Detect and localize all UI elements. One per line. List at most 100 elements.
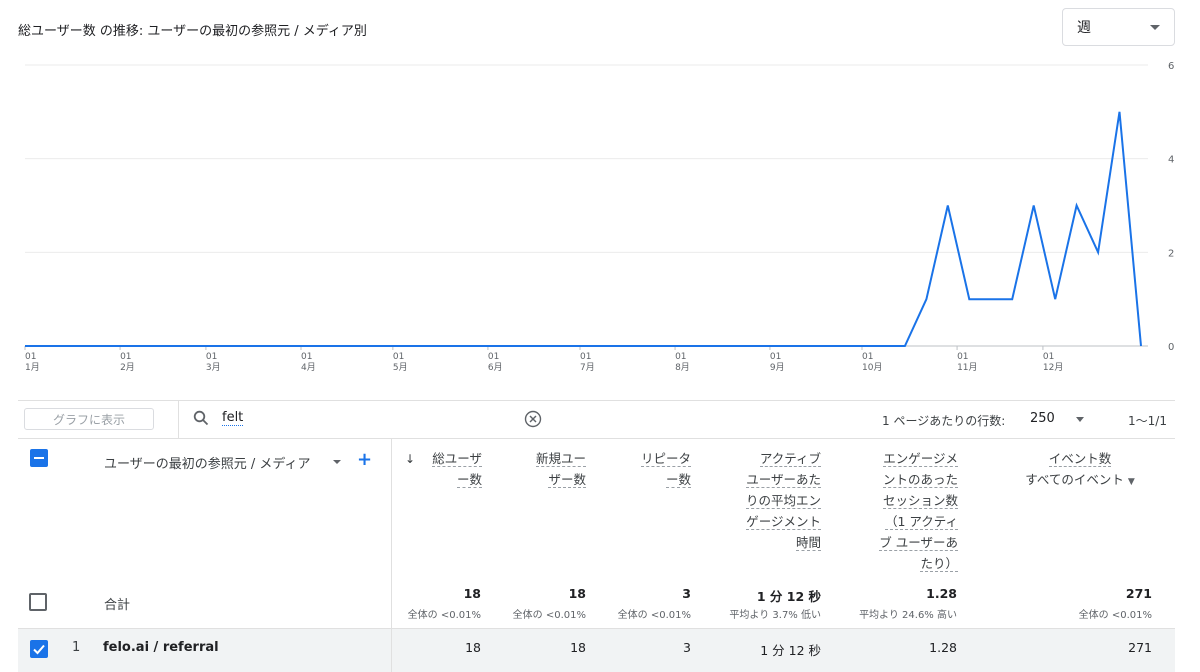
x-tick-month: 9月: [770, 362, 785, 373]
x-tick-month: 1月: [25, 362, 40, 373]
total-value: 271: [1125, 586, 1152, 601]
chevron-down-icon: [1150, 25, 1160, 30]
sort-desc-icon[interactable]: ↓: [405, 452, 415, 466]
add-dimension-icon[interactable]: +: [357, 449, 372, 470]
col-header-line: エンゲージメ: [883, 451, 958, 467]
col-header-line: ゲージメント: [746, 514, 821, 530]
col-header-line: りの平均エン: [745, 493, 821, 509]
col-header-total-users[interactable]: 総ユーザー数: [418, 448, 482, 490]
col-header-line: たり）: [920, 556, 958, 572]
y-tick-label: 0: [1168, 342, 1174, 353]
event-filter-select[interactable]: すべてのイベント ▼: [1010, 469, 1150, 493]
total-value: 1.28: [926, 586, 957, 601]
dimension-header[interactable]: ユーザーの最初の参照元 / メディア: [104, 453, 310, 472]
row-dimension-value: felo.ai / referral: [103, 640, 219, 655]
x-tick-day: 01: [862, 352, 873, 362]
col-header-event-count[interactable]: イベント数 すべてのイベント ▼: [1010, 448, 1150, 493]
row-value: 3: [683, 640, 691, 655]
col-header-line: ブ ユーザーあ: [879, 535, 958, 551]
check-icon: [33, 644, 45, 655]
period-select[interactable]: 週: [1062, 8, 1175, 46]
chevron-down-icon: ▼: [1127, 477, 1135, 487]
total-sub: 全体の <0.01%: [407, 610, 481, 621]
totals-checkbox[interactable]: [29, 593, 47, 611]
x-tick-day: 01: [675, 352, 686, 362]
total-value: 18: [568, 586, 586, 601]
row-value: 1 分 12 秒: [760, 643, 821, 658]
col-header-line: 時間: [795, 535, 821, 551]
x-tick-day: 01: [25, 352, 36, 362]
pagination-range: 1〜1/1: [1128, 414, 1167, 428]
x-tick-day: 01: [580, 352, 591, 362]
search-input[interactable]: felt: [222, 411, 244, 426]
divider: [18, 400, 1175, 401]
clear-search-icon[interactable]: [524, 410, 542, 428]
total-sub: 全体の <0.01%: [617, 610, 691, 621]
rows-per-page-label: 1 ページあたりの行数:: [882, 414, 1006, 428]
row-value: 18: [465, 640, 481, 655]
col-header-line: （1 アクティ: [884, 514, 958, 530]
row-index: 1: [72, 640, 81, 655]
col-header-line: ユーザーあた: [746, 472, 821, 488]
row-checkbox[interactable]: [30, 640, 48, 658]
divider: [18, 628, 1175, 629]
x-tick-day: 01: [393, 352, 404, 362]
col-header-line: リピータ: [640, 451, 691, 467]
total-sub: 平均より 3.7% 低い: [729, 610, 821, 621]
chart-title: 総ユーザー数 の推移: ユーザーの最初の参照元 / メディア別: [18, 24, 367, 39]
col-header-line: セッション数: [882, 493, 958, 509]
col-header-engaged-sessions[interactable]: エンゲージメ ントのあった セッション数 （1 アクティブ ユーザーあたり）: [858, 448, 958, 574]
total-sub: 全体の <0.01%: [1078, 610, 1152, 621]
chevron-down-icon[interactable]: [1076, 417, 1084, 422]
col-header-line: 総ユーザ: [432, 451, 482, 467]
series-line: [25, 111, 1142, 347]
total-value: 1 分 12 秒: [756, 589, 821, 604]
chart-grid: [25, 64, 1148, 347]
y-axis-ticks: 0 2 4 6: [1168, 61, 1174, 353]
col-header-new-users[interactable]: 新規ユーザー数: [520, 448, 586, 490]
search-icon: [193, 410, 209, 426]
x-tick-day: 01: [206, 352, 217, 362]
col-header-line: ー数: [456, 472, 482, 488]
x-tick-month: 6月: [488, 362, 503, 373]
x-tick-day: 01: [488, 352, 499, 362]
row-value: 18: [570, 640, 586, 655]
x-tick-month: 3月: [206, 362, 221, 373]
plot-rows-button[interactable]: グラフに表示: [24, 408, 154, 430]
chevron-down-icon[interactable]: [333, 460, 341, 464]
x-tick-month: 11月: [957, 362, 977, 373]
divider: [391, 629, 392, 672]
total-sub: 全体の <0.01%: [512, 610, 586, 621]
x-tick-day: 01: [301, 352, 312, 362]
divider: [18, 438, 1175, 439]
col-header-line: 新規ユー: [535, 451, 586, 467]
x-tick-day: 01: [1043, 352, 1054, 362]
col-header-line: アクティブ: [759, 451, 821, 467]
select-all-checkbox[interactable]: [30, 449, 48, 467]
total-sub: 平均より 24.6% 高い: [859, 610, 957, 621]
x-tick-month: 7月: [580, 362, 595, 373]
x-tick-day: 01: [770, 352, 781, 362]
row-value: 1.28: [929, 640, 957, 655]
line-chart: 0246 011月012月013月014月015月016月017月018月019…: [24, 61, 1174, 373]
col-header-avg-engagement-time[interactable]: アクティブユーザーあた りの平均エン ゲージメント時間: [722, 448, 821, 553]
rows-per-page-select[interactable]: 250: [1030, 411, 1055, 426]
x-tick-day: 01: [120, 352, 131, 362]
x-tick-month: 8月: [675, 362, 690, 373]
x-axis-ticks: 011月012月013月014月015月016月017月018月019月0110…: [24, 346, 1063, 373]
col-header-line: ー数: [665, 472, 691, 488]
x-tick-month: 12月: [1043, 362, 1063, 373]
col-header-line: ントのあった: [882, 472, 958, 488]
x-tick-day: 01: [957, 352, 968, 362]
divider: [178, 400, 179, 438]
x-tick-month: 4月: [301, 362, 316, 373]
period-select-value: 週: [1077, 20, 1091, 36]
totals-label: 合計: [104, 598, 131, 613]
total-value: 18: [463, 586, 481, 601]
total-value: 3: [682, 586, 691, 601]
row-value: 271: [1128, 640, 1152, 655]
x-tick-month: 10月: [862, 362, 882, 373]
col-header-line: ザー数: [548, 472, 586, 488]
y-tick-label: 4: [1168, 155, 1174, 166]
col-header-returning-users[interactable]: リピーター数: [624, 448, 691, 490]
